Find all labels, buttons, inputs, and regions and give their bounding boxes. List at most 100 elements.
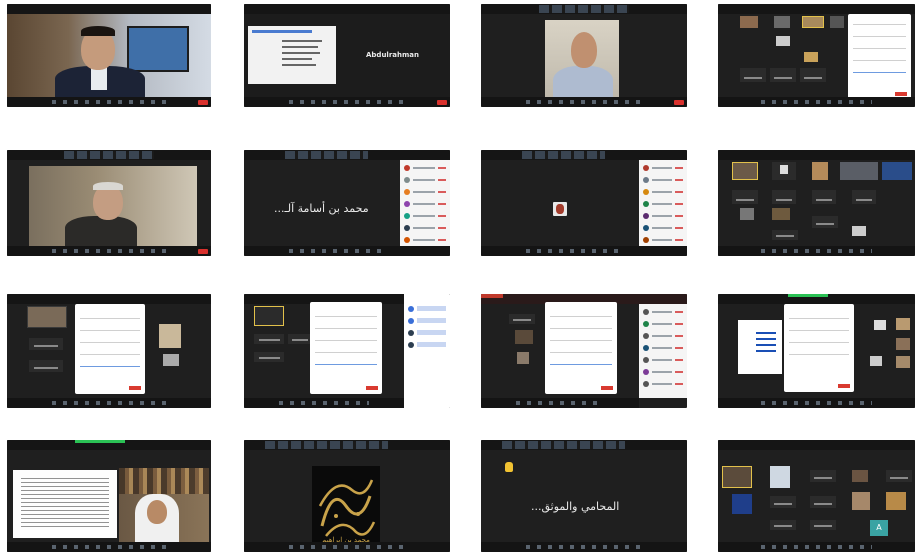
meeting-screenshot-15: المحامي والموثق... [481, 440, 687, 552]
meeting-top-bar [244, 150, 450, 160]
participant-tile [840, 162, 878, 180]
dialog-action-button[interactable] [601, 386, 613, 390]
participant-photo [804, 52, 818, 62]
dialog-action-button[interactable] [129, 386, 141, 390]
participant-tile [254, 352, 284, 362]
participant-tile [882, 162, 912, 180]
speaker-name-label: Abdulrahman [366, 51, 419, 59]
participant-avatar: A [870, 520, 888, 536]
settings-dialog [848, 14, 911, 100]
participant-tile [509, 314, 535, 324]
participant-tile [732, 494, 752, 514]
participant-tile [772, 208, 790, 220]
meeting-screenshot-4 [718, 4, 915, 107]
meeting-toolbar [718, 97, 915, 107]
participant-tile [810, 520, 836, 530]
participant-tile [852, 492, 870, 510]
meeting-screenshot-10 [244, 294, 450, 408]
participant-photo [774, 16, 790, 28]
meeting-top-bar [481, 150, 687, 160]
participant-tile [770, 68, 796, 82]
participant-photo [830, 16, 844, 28]
participant-photo [874, 320, 886, 330]
shared-window [248, 26, 336, 84]
meeting-toolbar [481, 246, 687, 256]
participant-photo [740, 16, 758, 28]
participant-photo [802, 16, 824, 28]
participant-photo [159, 324, 181, 348]
meeting-top-bar [7, 440, 211, 450]
settings-dialog [545, 302, 617, 394]
meeting-toolbar [7, 542, 211, 552]
meeting-top-bar [7, 150, 211, 160]
meeting-toolbar [244, 97, 450, 107]
participant-photo [896, 318, 910, 330]
meeting-top-bar [718, 294, 915, 304]
participant-tile [740, 68, 766, 82]
participant-tile [770, 466, 790, 488]
meeting-screenshot-14: محمد بن ابراهيم [244, 440, 450, 552]
participant-tile [288, 334, 312, 344]
meeting-screenshot-11 [481, 294, 687, 408]
meeting-top-bar [481, 440, 687, 450]
participant-tile-active [732, 162, 758, 180]
participant-tile [254, 334, 284, 344]
participant-tile [772, 230, 798, 240]
meeting-toolbar [718, 398, 915, 408]
dialog-action-button[interactable] [366, 386, 378, 390]
participant-tile [770, 496, 796, 508]
participant-tile-active [722, 466, 752, 488]
participant-tile [772, 190, 796, 204]
meeting-screenshot-13 [7, 440, 211, 552]
participant-tile [812, 162, 828, 180]
meeting-toolbar [244, 246, 450, 256]
participant-photo [515, 330, 533, 344]
meeting-toolbar [718, 246, 915, 256]
participant-tile [29, 338, 63, 350]
speaker-hair [93, 182, 123, 190]
meeting-toolbar [718, 542, 915, 552]
participant-tile [732, 190, 758, 204]
speaker-face [147, 500, 167, 524]
participant-photo [776, 36, 790, 46]
meeting-top-bar [7, 4, 211, 14]
meeting-screenshot-9 [7, 294, 211, 408]
meeting-toolbar [481, 542, 687, 552]
participant-tile [810, 496, 836, 508]
dialog-action-button[interactable] [838, 384, 850, 388]
meeting-toolbar [481, 97, 687, 107]
participants-panel [400, 160, 450, 246]
meeting-toolbar [7, 398, 211, 408]
participants-panel [639, 160, 687, 246]
end-meeting-button[interactable] [198, 249, 208, 254]
meeting-toolbar [481, 398, 639, 408]
bookshelf [119, 468, 209, 494]
participant-photo [27, 306, 67, 328]
meeting-top-bar [718, 150, 915, 160]
participant-photo [870, 356, 882, 366]
shared-document [738, 320, 782, 374]
calligraphy-art [318, 479, 376, 537]
end-meeting-button[interactable] [198, 100, 208, 105]
meeting-toolbar [7, 97, 211, 107]
meeting-top-bar [718, 4, 915, 14]
meeting-screenshot-3 [481, 4, 687, 107]
meeting-top-bar [718, 440, 915, 450]
speaker-name-label: محمد بن أسامة آلـ... [274, 202, 369, 215]
participant-tile-active [254, 306, 284, 326]
meeting-top-bar [244, 4, 450, 14]
participant-photo [517, 352, 529, 364]
participant-photo [896, 356, 910, 368]
meeting-top-bar [7, 294, 211, 304]
end-meeting-button[interactable] [674, 100, 684, 105]
participant-photo [163, 354, 179, 366]
end-meeting-button[interactable] [437, 100, 447, 105]
meeting-screenshot-1 [7, 4, 211, 107]
dialog-action-button[interactable] [895, 92, 907, 96]
participant-tile [852, 190, 876, 204]
participant-tile [852, 226, 866, 236]
hand-icon [505, 462, 513, 472]
meeting-screenshot-2: Abdulrahman [244, 4, 450, 107]
participant-photo [896, 338, 910, 350]
participant-tile [812, 190, 836, 204]
